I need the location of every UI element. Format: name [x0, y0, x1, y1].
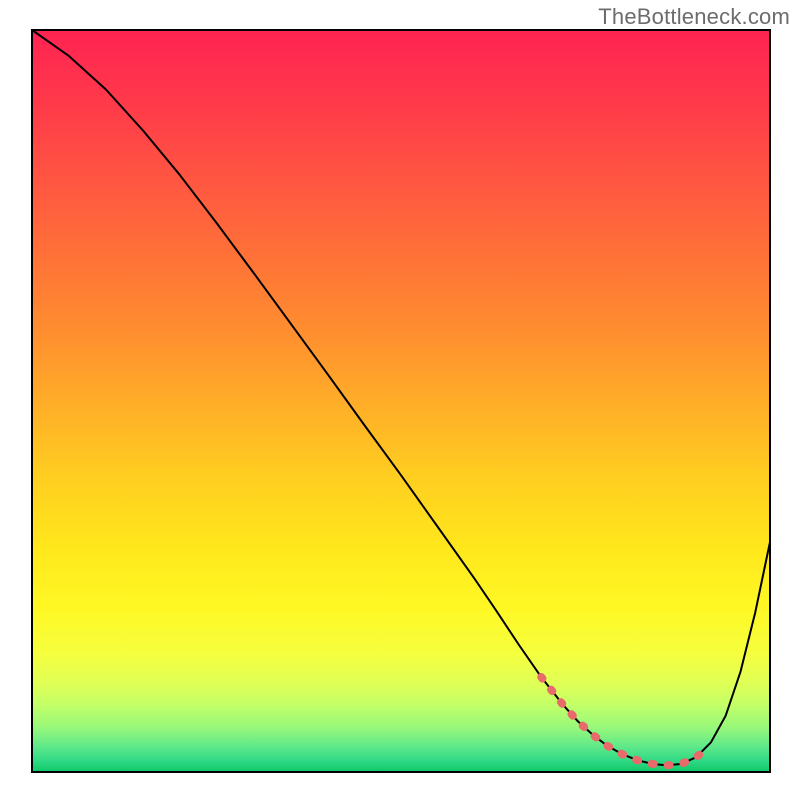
- chart-svg: [0, 0, 800, 800]
- chart-container: { "watermark": "TheBottleneck.com", "cha…: [0, 0, 800, 800]
- plot-background: [32, 30, 770, 772]
- watermark-text: TheBottleneck.com: [598, 4, 790, 30]
